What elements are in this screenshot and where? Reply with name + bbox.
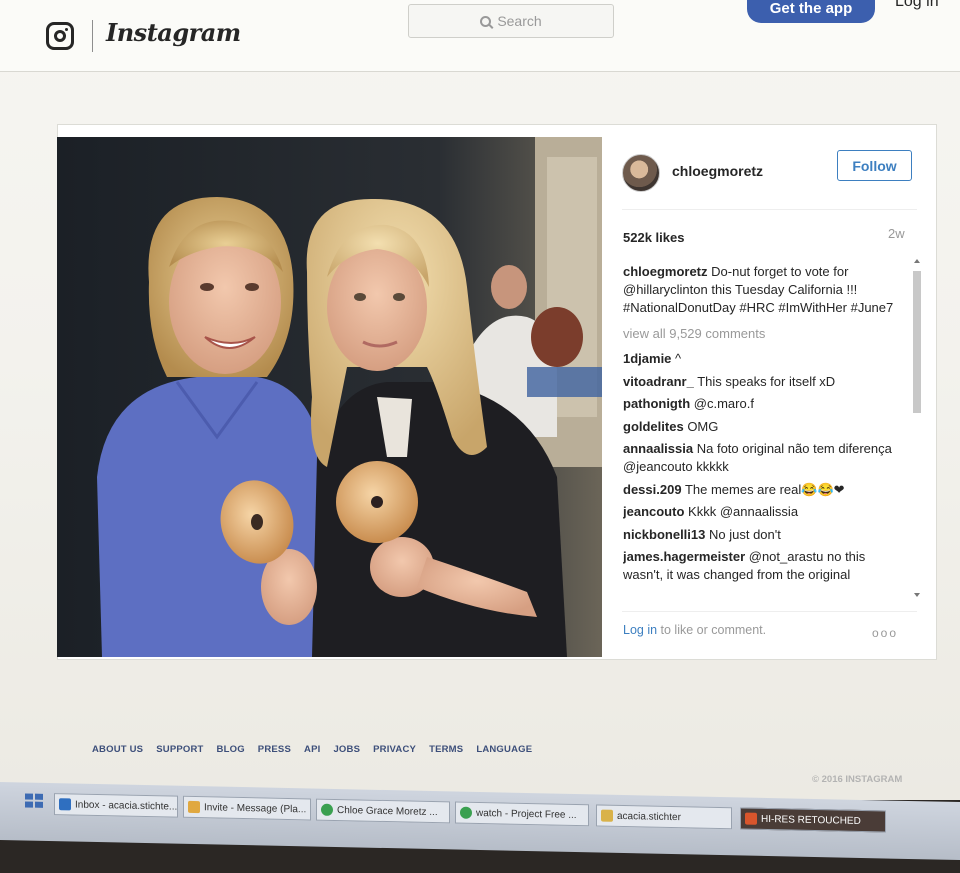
login-to-comment-link[interactable]: Log in: [623, 623, 657, 637]
outlook-icon: [59, 798, 71, 811]
comment-username[interactable]: annaalissia: [623, 441, 693, 456]
post-username[interactable]: chloegmoretz: [672, 163, 763, 179]
comment-item: annaalissia Na foto original não tem dif…: [623, 440, 908, 476]
taskbar-item-chrome-chloe[interactable]: Chloe Grace Moretz ...: [316, 798, 450, 824]
footer-link-about[interactable]: ABOUT US: [92, 744, 143, 755]
footer-divider: [622, 611, 917, 612]
scroll-up-arrow-icon[interactable]: [914, 259, 920, 263]
footer-link-jobs[interactable]: JOBS: [333, 744, 360, 755]
header-divider: [622, 209, 917, 210]
mail-icon: [188, 800, 200, 814]
comments-scrollbar[interactable]: [912, 259, 922, 601]
comment-username[interactable]: dessi.209: [623, 482, 682, 497]
scroll-down-arrow-icon[interactable]: [914, 593, 920, 597]
footer-link-press[interactable]: PRESS: [258, 744, 291, 755]
photoshop-icon: [745, 812, 757, 825]
footer-nav: ABOUT US SUPPORT BLOG PRESS API JOBS PRI…: [92, 744, 545, 755]
taskbar-item-folder[interactable]: acacia.stichter: [596, 804, 732, 830]
logo-divider: [92, 20, 93, 52]
comment-username[interactable]: goldelites: [623, 419, 684, 434]
comment-text: OMG: [687, 418, 719, 434]
comments-list[interactable]: chloegmoretz Do-nut forget to vote for @…: [623, 263, 908, 599]
view-all-comments-link[interactable]: view all 9,529 comments: [623, 325, 908, 343]
search-placeholder: Search: [497, 13, 542, 29]
login-link[interactable]: Log in: [895, 0, 939, 11]
comment-item: dessi.209 The memes are real😂😂❤: [623, 481, 908, 499]
comment-username[interactable]: vitoadranr_: [623, 374, 694, 389]
comment-text: @c.maro.f: [693, 396, 754, 411]
comment-item: pathonigth @c.maro.f: [623, 395, 908, 413]
comment-text: The memes are real😂😂❤: [684, 481, 845, 497]
comment-username[interactable]: 1djamie: [623, 351, 671, 366]
browser-page: Instagram Search Get the app Log in chlo…: [0, 0, 960, 800]
chrome-icon: [460, 806, 472, 819]
more-options-icon[interactable]: ooo: [872, 626, 898, 640]
search-icon: [480, 15, 492, 27]
comment-item: jeancouto Kkkk @annaalissia: [623, 503, 908, 521]
taskbar-item-label: HI-RES RETOUCHED: [761, 813, 861, 827]
photo-image: [57, 137, 602, 657]
post-caption: chloegmoretz Do-nut forget to vote for @…: [623, 263, 908, 317]
taskbar-item-inbox[interactable]: Inbox - acacia.stichte...: [54, 793, 178, 818]
taskbar-item-label: Chloe Grace Moretz ...: [337, 804, 438, 818]
footer-link-support[interactable]: SUPPORT: [156, 744, 203, 755]
comment-item: nickbonelli13 No just don't: [623, 526, 908, 544]
follow-button[interactable]: Follow: [837, 150, 912, 181]
post-sidebar: chloegmoretz Follow 522k likes 2w chloeg…: [602, 137, 937, 657]
footer-link-language[interactable]: LANGUAGE: [476, 744, 532, 755]
taskbar-item-label: Inbox - acacia.stichte...: [75, 799, 178, 813]
comment-username[interactable]: nickbonelli13: [623, 527, 705, 542]
footer-link-privacy[interactable]: PRIVACY: [373, 744, 416, 755]
folder-icon: [601, 809, 613, 822]
post-time-ago[interactable]: 2w: [888, 226, 905, 241]
comment-item: 1djamie ^: [623, 350, 908, 368]
login-to-comment: Log in to like or comment.: [623, 623, 766, 637]
taskbar-item-chrome-watch[interactable]: watch - Project Free ...: [455, 801, 589, 827]
comment-item: goldelites OMG: [623, 418, 908, 436]
taskbar-item-invite[interactable]: Invite - Message (Pla...: [183, 795, 311, 821]
instagram-camera-icon[interactable]: [46, 22, 74, 50]
comment-text: Kkkk @annaalissia: [688, 504, 799, 519]
taskbar-item-label: watch - Project Free ...: [476, 807, 577, 821]
taskbar-item-label: Invite - Message (Pla...: [204, 801, 307, 815]
comment-text: ^: [675, 351, 682, 366]
windows-start-icon[interactable]: [18, 790, 48, 811]
likes-count[interactable]: 522k likes: [623, 230, 684, 245]
comment-username[interactable]: jeancouto: [623, 504, 684, 519]
monitor-screen: Instagram Search Get the app Log in chlo…: [0, 0, 960, 873]
comment-username[interactable]: james.hagermeister: [623, 549, 745, 564]
instagram-wordmark[interactable]: Instagram: [106, 18, 241, 47]
post-photo[interactable]: [57, 137, 602, 657]
chrome-icon: [321, 803, 333, 816]
login-hint-text: to like or comment.: [657, 623, 767, 637]
comment-item: vitoadranr_ This speaks for itself xD: [623, 373, 908, 391]
footer-link-blog[interactable]: BLOG: [217, 744, 245, 755]
scroll-thumb[interactable]: [913, 271, 921, 413]
footer-link-terms[interactable]: TERMS: [429, 744, 463, 755]
footer-link-api[interactable]: API: [304, 744, 320, 755]
copyright-text: © 2016 INSTAGRAM: [812, 774, 903, 785]
comment-text: This speaks for itself xD: [697, 373, 836, 389]
comment-text: No just don't: [709, 526, 781, 542]
comment-item: james.hagermeister @not_arastu no this w…: [623, 548, 908, 584]
get-app-button[interactable]: Get the app: [747, 0, 875, 23]
search-input[interactable]: Search: [408, 4, 614, 38]
top-navbar: Instagram Search Get the app Log in: [0, 0, 960, 72]
caption-username[interactable]: chloegmoretz: [623, 264, 708, 279]
taskbar-item-photoshop[interactable]: HI-RES RETOUCHED: [740, 807, 886, 833]
taskbar-item-label: acacia.stichter: [617, 810, 681, 823]
user-avatar[interactable]: [622, 154, 660, 192]
comment-username[interactable]: pathonigth: [623, 396, 690, 411]
